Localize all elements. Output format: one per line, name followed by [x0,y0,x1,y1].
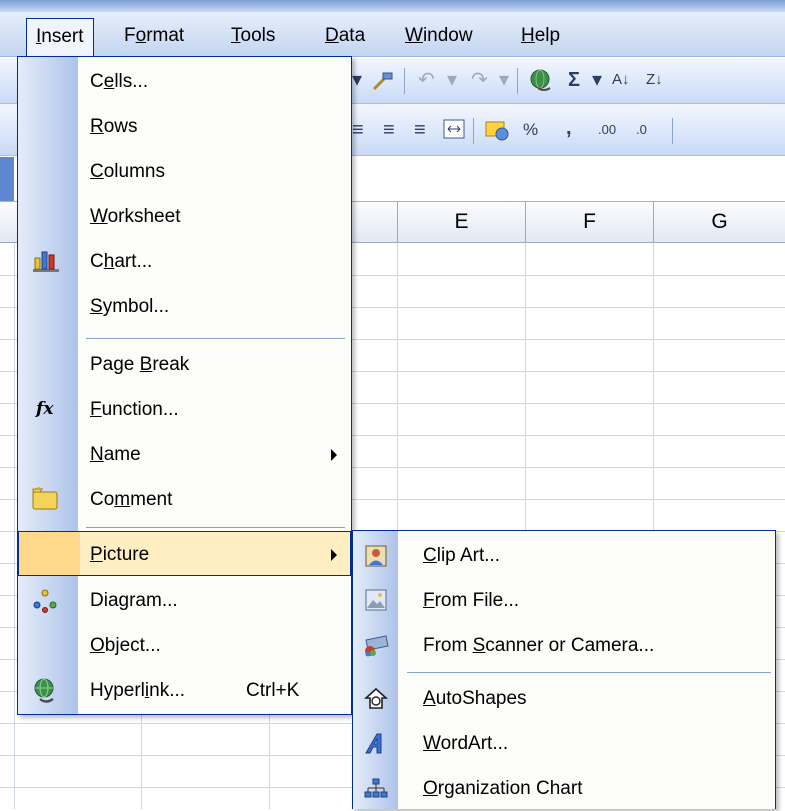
clip-art-icon [365,545,387,567]
menu-tools[interactable]: Tools [222,18,284,56]
menu-item-label: Cells... [90,71,149,92]
org-chart-icon [364,778,388,798]
menu-item-name[interactable]: Name [18,432,351,477]
menu-item-label: From File... [423,590,520,611]
scanner-icon [365,635,389,657]
align-right-icon[interactable]: ≡ [414,108,426,152]
insert-menu: Cells... Rows Columns Worksheet Chart...… [17,56,352,715]
menu-item-label: Clip Art... [423,545,501,566]
submenu-arrow-icon [331,449,337,461]
menu-item-label: Organization Chart [423,778,583,799]
menu-item-label: Columns [90,161,165,182]
menu-item-object[interactable]: Object... [18,623,351,668]
menu-item-label: Chart... [90,251,153,272]
menu-item-from-scanner[interactable]: From Scanner or Camera... [353,623,775,668]
autosum-dropdown-icon[interactable]: ▾ [592,58,602,102]
menu-item-label: Hyperlink... [90,680,186,701]
comment-icon [32,487,58,510]
menu-item-function[interactable]: fx Function... [18,387,351,432]
percent-style-icon[interactable]: % [523,108,538,152]
menu-item-label: WordArt... [423,733,509,754]
menu-item-rows[interactable]: Rows [18,104,351,149]
menu-item-label: Rows [90,116,138,137]
menu-item-label: Diagram... [90,590,178,611]
hyperlink-icon [34,678,54,703]
menu-window[interactable]: Window [396,18,482,56]
menu-item-label: Function... [90,399,179,420]
menu-item-autoshapes[interactable]: AutoShapes [353,676,775,721]
redo-icon[interactable]: ↷ [471,58,488,102]
menu-item-picture[interactable]: Picture [18,531,351,576]
menu-item-chart[interactable]: Chart... [18,239,351,284]
menu-item-label: AutoShapes [423,688,527,709]
menu-separator [86,338,345,339]
function-icon: fx [36,399,54,419]
picture-file-icon [365,589,387,611]
toolbar-separator [473,118,474,144]
menu-item-symbol[interactable]: Symbol... [18,284,351,329]
toolbar-separator [404,68,405,94]
menu-item-worksheet[interactable]: Worksheet [18,194,351,239]
menu-item-columns[interactable]: Columns [18,149,351,194]
undo-dropdown-icon[interactable]: ▾ [447,58,457,102]
menu-item-label: Symbol... [90,296,170,317]
toolbar-separator [672,118,673,144]
increase-decimal-icon[interactable]: .00 [598,108,616,152]
menu-item-label: From Scanner or Camera... [423,635,655,656]
submenu-arrow-icon [331,549,337,561]
comma-style-icon[interactable]: , [566,106,572,150]
menu-item-label: Worksheet [90,206,181,227]
align-center-icon[interactable]: ≡ [383,108,395,152]
menu-item-label: Picture [90,544,150,565]
decrease-decimal-icon[interactable]: .0 [636,108,647,152]
menu-item-diagram[interactable]: Diagram... [18,578,351,623]
menu-item-organization-chart[interactable]: Organization Chart [353,766,775,811]
name-box-edge [0,157,14,201]
menu-format[interactable]: Format [115,18,193,56]
menu-item-label: Object... [90,635,161,656]
autoshapes-icon [363,687,389,709]
toolbar-separator [517,68,518,94]
title-bar-edge [0,0,785,12]
menu-item-label: Page Break [90,354,190,375]
dropdown-arrow-icon[interactable]: ▾ [352,58,362,102]
menu-data[interactable]: Data [316,18,374,56]
format-painter-icon[interactable] [370,69,396,93]
column-header-e[interactable]: E [397,202,525,242]
menu-item-comment[interactable]: Comment [18,477,351,522]
column-header-f[interactable]: F [525,202,653,242]
autosum-icon[interactable]: Σ [568,58,580,102]
merge-center-icon[interactable] [443,119,465,139]
menu-item-page-break[interactable]: Page Break [18,342,351,387]
chart-icon [33,251,59,272]
menu-item-label: Name [90,444,141,465]
menu-separator [407,672,771,673]
picture-submenu: Clip Art... From File... From Scanner or… [352,530,776,809]
align-left-icon[interactable]: ≡ [352,108,364,152]
menu-item-from-file[interactable]: From File... [353,578,775,623]
menu-item-shortcut: Ctrl+K [246,680,300,701]
menu-item-cells[interactable]: Cells... [18,59,351,104]
menu-item-highlight [19,532,80,575]
menu-insert[interactable]: Insert [26,18,94,56]
sort-ascending-icon[interactable]: A↓ [612,58,630,102]
wordart-icon [365,733,382,754]
insert-hyperlink-icon[interactable] [528,68,554,94]
grid-column-line [14,243,15,809]
menu-item-clip-art[interactable]: Clip Art... [353,533,775,578]
menu-item-wordart[interactable]: WordArt... [353,721,775,766]
menu-separator [86,527,345,528]
menu-item-label: Comment [90,489,173,510]
diagram-icon [33,589,57,613]
sort-descending-icon[interactable]: Z↓ [646,58,663,102]
menu-bar: Insert Format Tools Data Window Help [0,12,785,57]
menu-help[interactable]: Help [512,18,569,56]
currency-style-icon[interactable] [484,118,510,142]
column-header-g[interactable]: G [653,202,785,242]
undo-icon[interactable]: ↶ [418,58,435,102]
menu-item-hyperlink[interactable]: Hyperlink... Ctrl+K [18,668,351,713]
redo-dropdown-icon[interactable]: ▾ [499,58,509,102]
